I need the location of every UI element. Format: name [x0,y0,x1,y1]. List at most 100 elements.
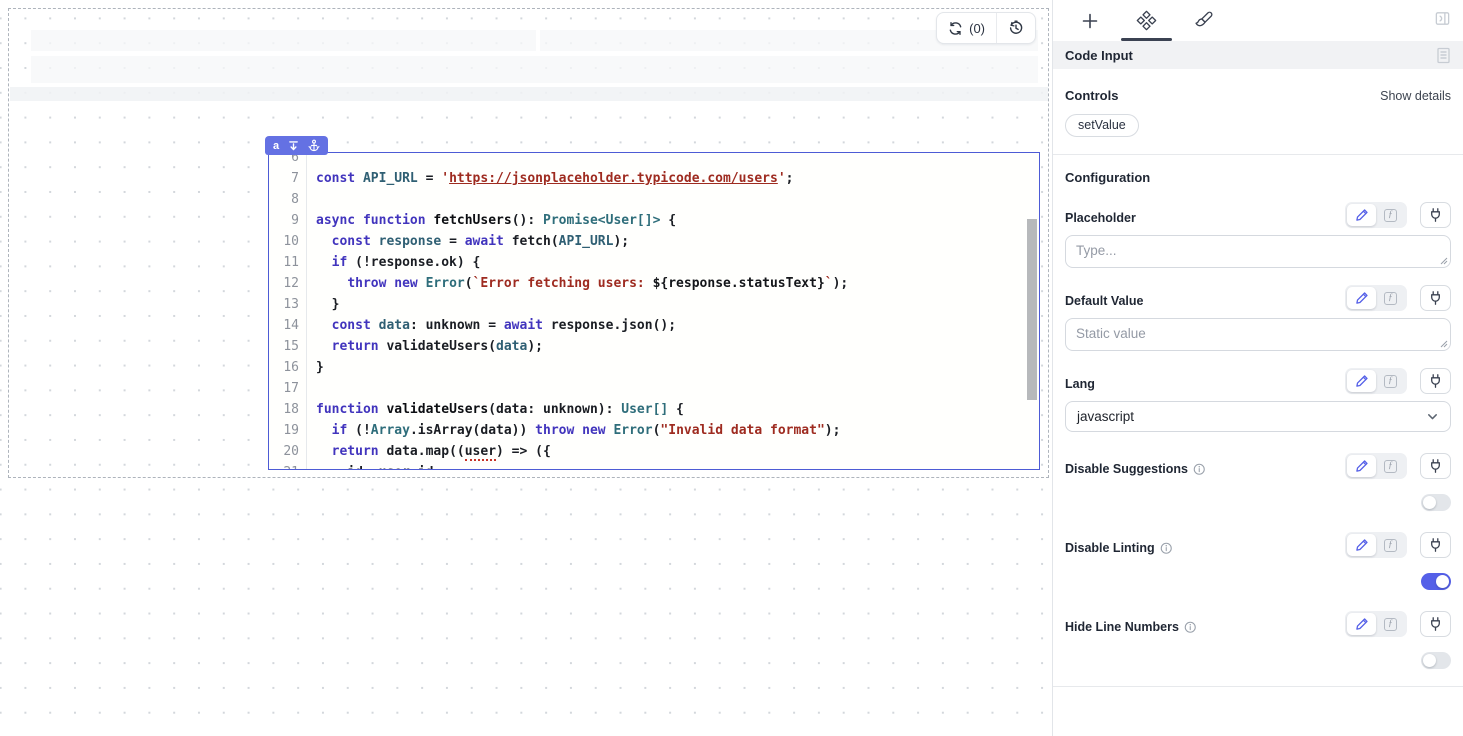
layout-ghost-row [31,56,1038,83]
bind-data-button[interactable] [1420,611,1451,637]
code-input-widget[interactable]: 67const API_URL = 'https://jsonplacehold… [268,152,1040,470]
field-label: Default Value [1065,294,1144,311]
function-icon: ƒ [1384,460,1397,473]
tab-components[interactable] [1118,1,1175,41]
info-icon[interactable] [1160,542,1173,555]
info-icon[interactable] [1193,463,1206,476]
mode-switch: ƒ [1345,453,1407,479]
disable-suggestions-toggle[interactable] [1421,494,1451,511]
info-icon[interactable] [1184,621,1197,634]
edit-mode-button[interactable] [1347,287,1376,309]
setvalue-control-button[interactable]: setValue [1065,114,1139,137]
bind-data-button[interactable] [1420,368,1451,394]
lang-selected-value: javascript [1077,409,1134,424]
tab-add-widget[interactable] [1061,1,1118,41]
edit-mode-button[interactable] [1347,534,1376,556]
mode-switch: ƒ [1345,532,1407,558]
function-icon: ƒ [1384,209,1397,222]
edit-mode-button[interactable] [1347,204,1376,226]
field-default-value: Default Value ƒ [1065,285,1451,351]
canvas-action-bar: (0) [936,12,1036,44]
lang-select[interactable]: javascript [1065,401,1451,432]
resize-handle-icon[interactable] [1440,340,1448,348]
app-window: (0) a [0,0,1463,736]
field-label: Placeholder [1065,211,1136,228]
widget-properties-header: Code Input [1053,41,1463,69]
pencil-icon [1355,374,1369,388]
insert-below-icon[interactable] [288,140,299,152]
editor-scrollbar[interactable] [1027,219,1037,400]
pencil-icon [1355,208,1369,222]
components-icon [1136,10,1157,31]
function-icon: ƒ [1384,618,1397,631]
controls-title: Controls [1065,88,1118,103]
field-placeholder: Placeholder ƒ [1065,202,1451,268]
edit-mode-button[interactable] [1347,455,1376,477]
plug-icon [1428,537,1443,553]
edit-mode-button[interactable] [1347,370,1376,392]
plug-icon [1428,616,1443,632]
mode-switch: ƒ [1345,202,1407,228]
plug-icon [1428,458,1443,474]
field-hide-line-numbers: Hide Line Numbers ƒ [1065,611,1451,669]
section-divider [1053,154,1463,155]
controls-section-header: Controls Show details [1065,88,1451,103]
history-icon [1008,20,1024,36]
fx-mode-button[interactable]: ƒ [1376,613,1405,635]
bind-data-button[interactable] [1420,453,1451,479]
panel-body: Controls Show details setValue Configura… [1053,69,1463,687]
pencil-icon [1355,617,1369,631]
plus-icon [1081,12,1099,30]
rerun-queries-button[interactable]: (0) [937,13,996,43]
fx-mode-button[interactable]: ƒ [1376,370,1405,392]
fx-mode-button[interactable]: ƒ [1376,287,1405,309]
pencil-icon [1355,538,1369,552]
query-count: (0) [969,21,985,36]
mode-switch: ƒ [1345,285,1407,311]
pencil-icon [1355,291,1369,305]
field-disable-suggestions: Disable Suggestions ƒ [1065,453,1451,511]
mode-switch: ƒ [1345,611,1407,637]
section-divider [1053,686,1463,687]
configuration-title: Configuration [1065,170,1150,185]
disable-linting-toggle[interactable] [1421,573,1451,590]
chevron-down-icon [1426,410,1439,423]
widget-type-title: Code Input [1065,48,1133,63]
plug-icon [1428,373,1443,389]
layout-ghost-row [31,30,536,51]
active-tab-indicator [1121,38,1172,41]
fx-mode-button[interactable]: ƒ [1376,204,1405,226]
plug-icon [1428,207,1443,223]
tab-styles[interactable] [1175,1,1232,41]
bind-data-button[interactable] [1420,532,1451,558]
toggle-knob [1436,575,1449,588]
docs-icon[interactable] [1436,47,1451,64]
field-label: Lang [1065,377,1095,394]
layout-ghost-row [10,87,1048,101]
panel-tabs [1053,0,1463,41]
show-details-button[interactable]: Show details [1380,89,1451,103]
plug-icon [1428,290,1443,306]
canvas-area[interactable]: (0) a [0,0,1052,736]
code-lines: 67const API_URL = 'https://jsonplacehold… [269,152,1039,470]
fx-mode-button[interactable]: ƒ [1376,455,1405,477]
function-icon: ƒ [1384,292,1397,305]
configuration-section-header: Configuration [1065,170,1451,185]
hide-line-numbers-toggle[interactable] [1421,652,1451,669]
fx-mode-button[interactable]: ƒ [1376,534,1405,556]
bind-data-button[interactable] [1420,285,1451,311]
widget-name-label: a [273,140,279,152]
field-label: Disable Suggestions [1065,462,1188,476]
collapse-panel-icon[interactable] [1434,10,1451,27]
field-label: Disable Linting [1065,541,1155,555]
resize-handle-icon[interactable] [1440,257,1448,265]
field-label: Hide Line Numbers [1065,620,1179,634]
bind-data-button[interactable] [1420,202,1451,228]
placeholder-input[interactable] [1065,235,1451,268]
default-value-input[interactable] [1065,318,1451,351]
history-button[interactable] [997,13,1035,43]
edit-mode-button[interactable] [1347,613,1376,635]
anchor-icon[interactable] [308,139,320,152]
widget-name-tag[interactable]: a [265,136,328,155]
pencil-icon [1355,459,1369,473]
